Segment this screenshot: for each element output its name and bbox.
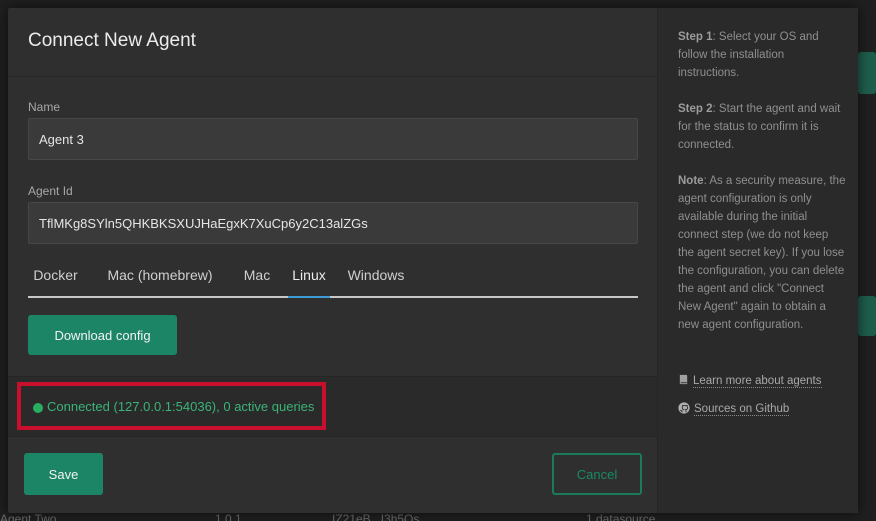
instructions-panel: Step 1: Select your OS and follow the in… xyxy=(657,8,858,513)
connect-agent-modal: Connect New Agent Name Agent Id Docker M… xyxy=(8,8,858,513)
github-link[interactable]: Sources on Github xyxy=(678,402,790,417)
agent-id-input[interactable] xyxy=(28,202,638,244)
bg-button-fragment-2 xyxy=(858,296,876,336)
os-tabs: Docker Mac (homebrew) Mac Linux Windows xyxy=(28,259,638,298)
book-icon xyxy=(678,374,689,388)
modal-title: Connect New Agent xyxy=(28,30,196,51)
tab-linux[interactable]: Linux xyxy=(288,259,330,298)
name-input[interactable] xyxy=(28,118,638,160)
tab-docker[interactable]: Docker xyxy=(28,259,83,296)
connection-status-text: Connected (127.0.0.1:54036), 0 active qu… xyxy=(47,399,315,414)
bg-agent-name: Agent Two xyxy=(0,512,57,521)
note-title: Note xyxy=(678,175,704,187)
bg-agent-version: 1.0.1 xyxy=(215,512,242,521)
tab-mac-homebrew[interactable]: Mac (homebrew) xyxy=(86,259,234,296)
status-indicator-dot xyxy=(33,403,43,413)
cancel-button[interactable]: Cancel xyxy=(552,453,642,495)
step2-title: Step 2 xyxy=(678,103,713,115)
learn-more-link[interactable]: Learn more about agents xyxy=(678,374,822,388)
name-label: Name xyxy=(28,100,61,114)
tab-windows[interactable]: Windows xyxy=(345,259,407,296)
step2-text: Step 2: Start the agent and wait for the… xyxy=(678,103,841,151)
step1-title: Step 1 xyxy=(678,31,713,43)
modal-main: Connect New Agent Name Agent Id Docker M… xyxy=(8,8,657,513)
bg-agent-id: IZ21eB...I3h5Qs xyxy=(332,512,420,521)
bg-button-fragment xyxy=(858,52,876,94)
tab-mac[interactable]: Mac xyxy=(234,259,280,296)
bg-agent-sources: 1 datasource xyxy=(586,512,656,521)
note-text: Note: As a security measure, the agent c… xyxy=(678,175,846,331)
download-config-button[interactable]: Download config xyxy=(28,315,177,355)
title-divider xyxy=(8,76,657,77)
save-button[interactable]: Save xyxy=(24,453,103,495)
github-icon xyxy=(678,402,690,417)
agent-id-label: Agent Id xyxy=(28,184,73,198)
connection-status-section: Connected (127.0.0.1:54036), 0 active qu… xyxy=(8,376,657,437)
step1-text: Step 1: Select your OS and follow the in… xyxy=(678,31,819,79)
status-highlight-box: Connected (127.0.0.1:54036), 0 active qu… xyxy=(17,382,326,430)
